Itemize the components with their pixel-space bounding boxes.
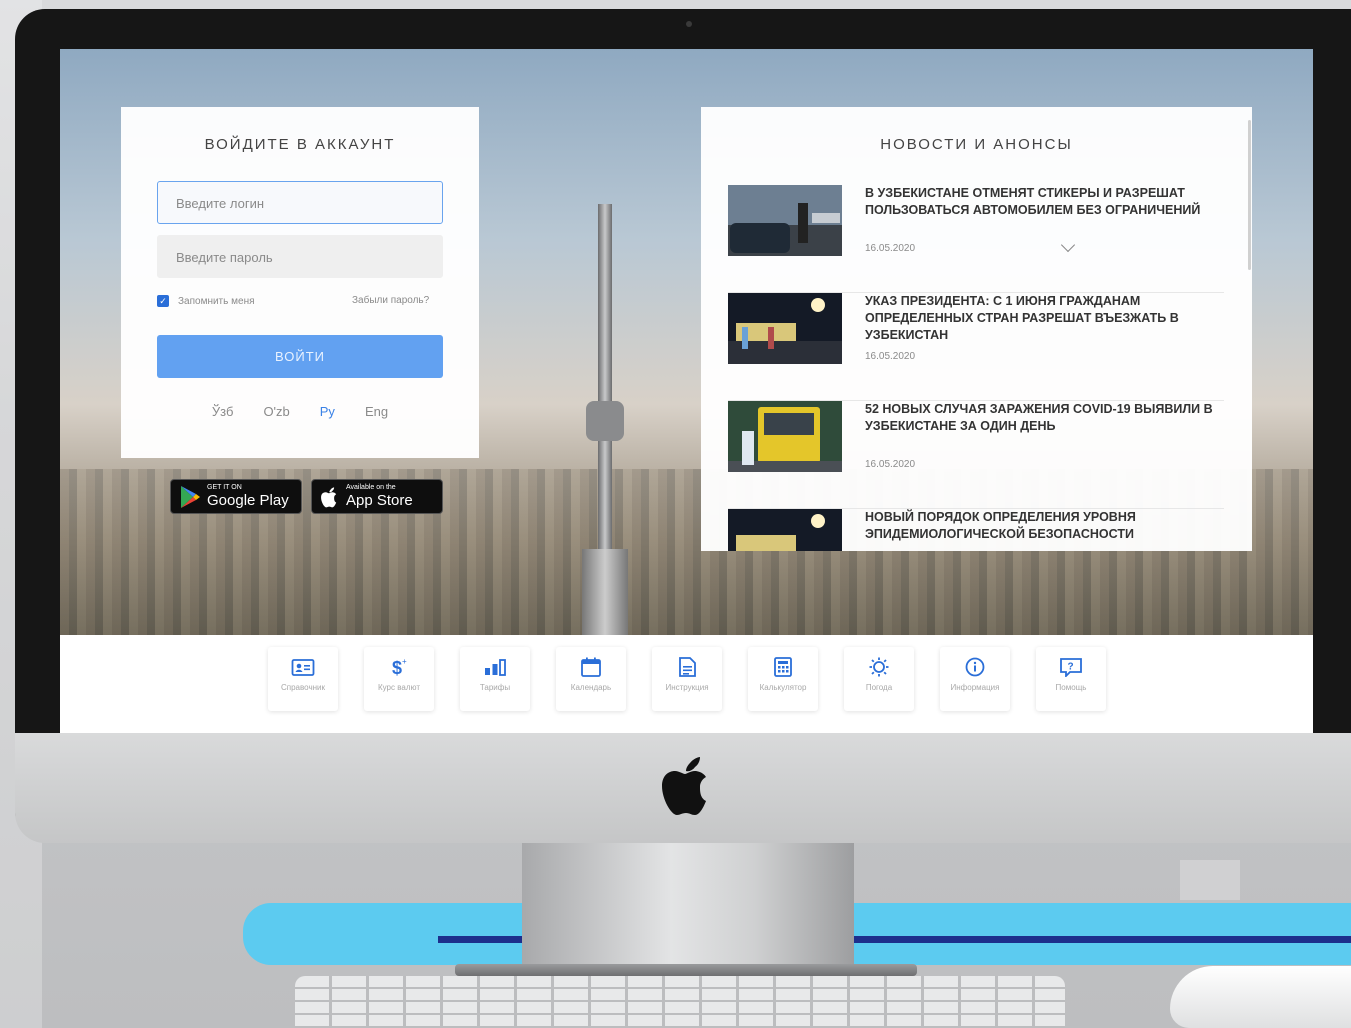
monitor-stand-base: [455, 964, 917, 976]
tool-weather[interactable]: Погода: [844, 647, 914, 711]
tool-currency[interactable]: $ + Курс валют: [364, 647, 434, 711]
google-play-icon: [181, 485, 200, 508]
forgot-password-link[interactable]: Забыли пароль?: [352, 295, 429, 306]
google-play-small: GET IT ON: [207, 484, 242, 491]
tool-calendar[interactable]: Календарь: [556, 647, 626, 711]
language-switcher: Ўзб O'zb Ру Eng: [121, 404, 479, 419]
login-button[interactable]: ВОЙТИ: [157, 335, 443, 378]
news-headline[interactable]: 52 НОВЫХ СЛУЧАЯ ЗАРАЖЕНИЯ COVID-19 ВЫЯВИ…: [865, 401, 1225, 435]
remember-me[interactable]: ✓ Запомнить меня: [157, 295, 255, 307]
tool-label: Инструкция: [665, 683, 709, 692]
remember-checkbox[interactable]: ✓: [157, 295, 169, 307]
news-thumbnail: [728, 401, 842, 472]
info-icon: [965, 657, 985, 677]
tool-label: Калькулятор: [759, 683, 807, 692]
app-store-big: App Store: [346, 492, 413, 509]
google-play-big: Google Play: [207, 492, 289, 509]
news-card: НОВОСТИ И АНОНСЫ В УЗБЕКИСТАНЕ ОТМЕНЯТ С…: [701, 107, 1252, 551]
app-store-badge[interactable]: Available on the App Store: [311, 479, 443, 514]
news-thumbnail: [728, 509, 842, 551]
news-scrollbar[interactable]: [1248, 120, 1251, 270]
login-card: ВОЙДИТЕ В АККАУНТ Введите логин Введите …: [121, 107, 479, 458]
google-play-badge[interactable]: GET IT ON Google Play: [170, 479, 302, 514]
bottom-toolbar: Справочник $ + Курс валют Тарифы Календа…: [60, 635, 1313, 733]
bar-chart-icon: [485, 659, 506, 676]
help-icon: ?: [1060, 658, 1082, 677]
screen: ВОЙДИТЕ В АККАУНТ Введите логин Введите …: [60, 49, 1313, 733]
app-store-small: Available on the: [346, 484, 396, 491]
tool-label: Информация: [950, 683, 1000, 692]
tool-directory[interactable]: Справочник: [268, 647, 338, 711]
tool-label: Погода: [865, 683, 893, 692]
lang-russian[interactable]: Ру: [320, 404, 335, 419]
tv-tower-base: [582, 549, 628, 635]
contact-card-icon: [291, 659, 315, 676]
apple-logo-icon: [662, 757, 706, 815]
remember-label: Запомнить меня: [178, 295, 255, 307]
news-thumbnail: [728, 185, 842, 256]
calculator-icon: [774, 657, 792, 677]
login-input[interactable]: Введите логин: [157, 181, 443, 224]
news-title: НОВОСТИ И АНОНСЫ: [880, 136, 1073, 153]
sun-icon: [869, 657, 889, 677]
tool-help[interactable]: ? Помощь: [1036, 647, 1106, 711]
news-headline[interactable]: НОВЫЙ ПОРЯДОК ОПРЕДЕЛЕНИЯ УРОВНЯ ЭПИДЕМИ…: [865, 509, 1225, 543]
news-item[interactable]: НОВЫЙ ПОРЯДОК ОПРЕДЕЛЕНИЯ УРОВНЯ ЭПИДЕМИ…: [728, 509, 1224, 551]
news-thumbnail: [728, 293, 842, 364]
tool-label: Тарифы: [479, 683, 511, 692]
svg-text:?: ?: [1068, 662, 1074, 673]
apple-store-icon: [321, 486, 337, 507]
tool-label: Календарь: [570, 683, 612, 692]
lang-english[interactable]: Eng: [365, 404, 388, 419]
lang-uzb-latin[interactable]: O'zb: [263, 404, 289, 419]
webcam-dot: [686, 21, 692, 27]
svg-text:+: +: [402, 657, 407, 666]
keyboard: [295, 976, 1065, 1028]
lang-uzb-cyrillic[interactable]: Ўзб: [212, 404, 234, 419]
tool-label: Курс валют: [377, 683, 420, 692]
news-item[interactable]: 52 НОВЫХ СЛУЧАЯ ЗАРАЖЕНИЯ COVID-19 ВЫЯВИ…: [728, 401, 1224, 509]
tool-label: Помощь: [1055, 683, 1087, 692]
tool-tariffs[interactable]: Тарифы: [460, 647, 530, 711]
news-headline[interactable]: УКАЗ ПРЕЗИДЕНТА: С 1 ИЮНЯ ГРАЖДАНАМ ОПРЕ…: [865, 293, 1225, 344]
svg-text:$: $: [392, 658, 402, 677]
tool-calculator[interactable]: Калькулятор: [748, 647, 818, 711]
news-date: 16.05.2020: [865, 243, 916, 254]
news-item[interactable]: В УЗБЕКИСТАНЕ ОТМЕНЯТ СТИКЕРЫ И РАЗРЕШАТ…: [728, 185, 1224, 293]
chevron-down-icon[interactable]: [1060, 237, 1076, 253]
tool-label: Справочник: [281, 683, 325, 692]
news-item[interactable]: УКАЗ ПРЕЗИДЕНТА: С 1 ИЮНЯ ГРАЖДАНАМ ОПРЕ…: [728, 293, 1224, 401]
tool-information[interactable]: Информация: [940, 647, 1010, 711]
background-pillar: [1180, 860, 1240, 900]
news-headline[interactable]: В УЗБЕКИСТАНЕ ОТМЕНЯТ СТИКЕРЫ И РАЗРЕШАТ…: [865, 185, 1225, 219]
news-date: 16.05.2020: [865, 351, 916, 362]
calendar-icon: [581, 657, 601, 677]
password-input[interactable]: Введите пароль: [157, 235, 443, 278]
document-icon: [679, 657, 696, 677]
mouse: [1170, 966, 1351, 1028]
login-title: ВОЙДИТЕ В АККАУНТ: [204, 136, 396, 153]
currency-icon: $ +: [392, 657, 407, 677]
news-date: 16.05.2020: [865, 459, 916, 470]
monitor-stand: [522, 843, 854, 971]
tv-tower-pod: [586, 401, 624, 441]
tool-instructions[interactable]: Инструкция: [652, 647, 722, 711]
